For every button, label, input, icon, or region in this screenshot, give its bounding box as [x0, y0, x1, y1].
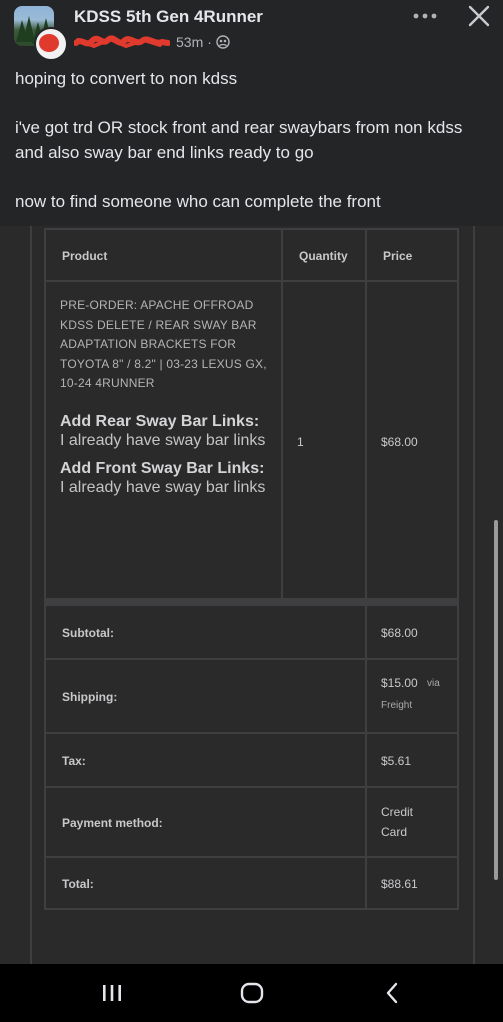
- totals-row-shipping: Shipping:: [44, 658, 367, 734]
- back-icon: [386, 982, 398, 1004]
- meta-separator: ·: [207, 34, 212, 50]
- table-row-product: PRE-ORDER: APACHE OFFROAD KDSS DELETE / …: [44, 280, 283, 600]
- table-header-product: Product: [44, 228, 283, 282]
- post-card: KDSS 5th Gen 4Runner 53m · hoping to con…: [0, 0, 503, 964]
- totals-row-subtotal: Subtotal:: [44, 604, 367, 660]
- recents-icon: [103, 985, 121, 1001]
- totals-row-total: Total:: [44, 856, 367, 910]
- scrollbar[interactable]: [494, 520, 498, 880]
- redacted-author-name: [74, 35, 170, 49]
- addon-value: I already have sway bar links: [60, 478, 266, 496]
- post-paragraph: hoping to convert to non kdss: [15, 69, 238, 88]
- group-name[interactable]: KDSS 5th Gen 4Runner: [74, 7, 263, 27]
- header-quantity-label: Quantity: [299, 249, 348, 263]
- tax-label: Tax:: [62, 754, 86, 768]
- addon-value: I already have sway bar links: [60, 431, 266, 449]
- user-avatar[interactable]: [34, 27, 68, 61]
- shipping-method: Freight: [381, 700, 413, 711]
- table-header-price: Price: [365, 228, 459, 282]
- post-paragraph: now to find someone who can complete the…: [15, 192, 381, 211]
- total-label: Total:: [62, 877, 94, 891]
- addon-title: Add Front Sway Bar Links:: [60, 459, 265, 477]
- subtotal-value: $68.00: [381, 626, 418, 640]
- back-button[interactable]: [372, 978, 412, 1008]
- totals-value-shipping: $15.00 via Freight: [365, 658, 459, 734]
- group-audience-icon: [216, 35, 230, 49]
- payment-value: Credit: [381, 805, 414, 819]
- recents-button[interactable]: [92, 978, 132, 1008]
- product-name: PRE-ORDER: APACHE OFFROAD KDSS DELETE / …: [60, 298, 267, 390]
- totals-value-subtotal: $68.00: [365, 604, 459, 660]
- totals-row-tax: Tax:: [44, 732, 367, 788]
- tax-value: $5.61: [381, 754, 412, 768]
- more-horizontal-icon: [413, 13, 437, 19]
- post-time[interactable]: 53m: [176, 34, 203, 50]
- header-price-label: Price: [383, 249, 413, 263]
- system-navigation-bar: [0, 964, 503, 1022]
- home-button[interactable]: [232, 978, 272, 1008]
- table-header-quantity: Quantity: [281, 228, 367, 282]
- shipping-label: Shipping:: [62, 690, 118, 704]
- item-quantity: 1: [297, 435, 304, 449]
- totals-value-total: $88.61: [365, 856, 459, 910]
- post-meta: 53m ·: [74, 33, 230, 51]
- home-icon: [240, 982, 264, 1004]
- post-header: KDSS 5th Gen 4Runner 53m ·: [0, 0, 503, 64]
- payment-value: Card: [381, 825, 408, 839]
- totals-row-payment: Payment method:: [44, 786, 367, 858]
- totals-value-payment: Credit Card: [365, 786, 459, 858]
- subtotal-label: Subtotal:: [62, 626, 114, 640]
- table-cell-price: $68.00: [365, 280, 459, 600]
- item-price: $68.00: [381, 435, 418, 449]
- close-icon: [468, 5, 490, 27]
- payment-label: Payment method:: [62, 816, 163, 830]
- shipping-via: via: [427, 678, 440, 689]
- post-body: hoping to convert to non kdss i've got t…: [15, 66, 495, 214]
- post-paragraph: i've got trd OR stock front and rear swa…: [15, 118, 463, 162]
- post-image[interactable]: Product Quantity Price PRE-ORDER: APACHE…: [0, 226, 503, 964]
- close-button[interactable]: [464, 2, 494, 30]
- table-cell-quantity: 1: [281, 280, 367, 600]
- header-product-label: Product: [62, 249, 108, 263]
- totals-value-tax: $5.61: [365, 732, 459, 788]
- total-value: $88.61: [381, 877, 418, 891]
- shipping-value: $15.00: [381, 676, 418, 690]
- addon-title: Add Rear Sway Bar Links:: [60, 412, 260, 430]
- more-options-button[interactable]: [408, 4, 442, 28]
